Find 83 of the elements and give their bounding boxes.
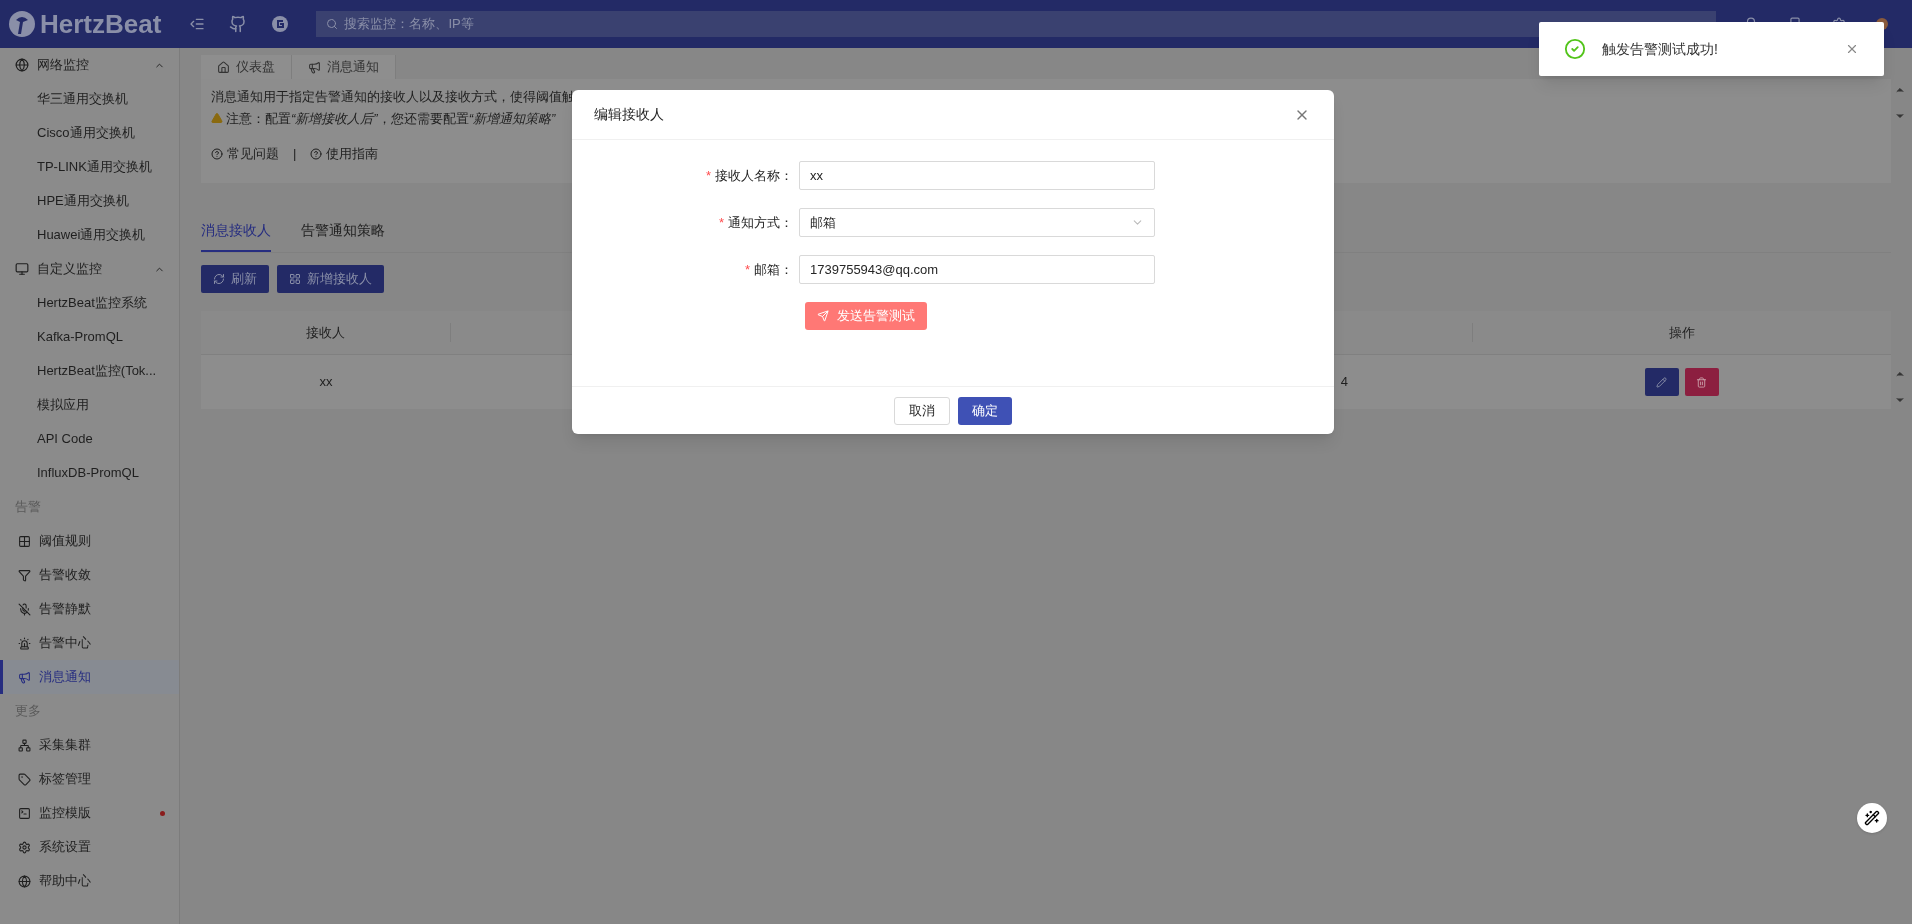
refresh-icon — [213, 273, 225, 285]
table-cell-text: 4 — [1340, 373, 1348, 392]
menu-item[interactable]: 监控模版 — [0, 796, 179, 830]
confirm-button[interactable]: 确定 — [958, 396, 1012, 425]
select-field[interactable]: 邮箱 — [799, 208, 1155, 237]
menu-item[interactable]: HPE通用交换机 — [0, 184, 179, 218]
menu-item[interactable]: HertzBeat监控(Tok... — [0, 354, 179, 388]
menu-item[interactable]: 阈值规则 — [0, 524, 179, 558]
terminal-icon — [18, 806, 31, 820]
globe-icon — [18, 874, 31, 888]
send-icon — [817, 310, 829, 322]
menu-item[interactable]: Kafka-PromQL — [0, 320, 179, 354]
menu-group[interactable]: 网络监控 — [0, 48, 179, 82]
monitor-icon — [15, 262, 29, 276]
logo-text: HertzBeat — [40, 7, 162, 41]
page-tab[interactable]: 仪表盘 — [201, 55, 292, 79]
menu-item[interactable]: Huawei通用交换机 — [0, 218, 179, 252]
funnel-icon — [18, 568, 31, 582]
menu-item[interactable]: 标签管理 — [0, 762, 179, 796]
column-header: 操作 — [1472, 322, 1891, 343]
megaphone-icon — [18, 670, 31, 684]
input-field[interactable]: 1739755943@qq.com — [799, 255, 1155, 284]
g-circle-icon[interactable] — [271, 15, 290, 33]
close-icon[interactable] — [1845, 42, 1859, 56]
success-icon — [1564, 38, 1586, 60]
tab[interactable]: 消息接收人 — [201, 211, 271, 252]
pencil-icon — [1656, 376, 1667, 388]
tag-icon — [18, 772, 31, 786]
warning-icon — [211, 112, 223, 125]
menu-icon[interactable] — [189, 16, 206, 32]
search-field[interactable]: 搜索监控：名称、IP等 — [316, 11, 1717, 37]
menu-item[interactable]: Cisco通用交换机 — [0, 116, 179, 150]
edit-button[interactable] — [1644, 368, 1679, 396]
menu-item[interactable]: 告警收敛 — [0, 558, 179, 592]
link-separator: | — [293, 145, 297, 163]
faq-link[interactable]: 常见问题 — [211, 144, 279, 164]
menu-item[interactable]: API Code — [0, 422, 179, 456]
page-tab[interactable]: 消息通知 — [292, 55, 396, 79]
column-header: 接收人 — [201, 322, 451, 343]
delete-button[interactable] — [1684, 368, 1719, 396]
megaphone-icon — [308, 60, 321, 74]
guide-link[interactable]: 使用指南 — [310, 144, 379, 164]
magic-wand-button[interactable] — [1857, 803, 1887, 833]
menu-item[interactable]: 系统设置 — [0, 830, 179, 864]
field-label: * 接收人名称： — [704, 166, 794, 185]
globe-icon — [15, 58, 29, 72]
menu-item[interactable]: 模拟应用 — [0, 388, 179, 422]
table-cell-text: xx — [318, 373, 334, 392]
siren-icon — [18, 636, 31, 650]
menu-item[interactable]: 告警静默 — [0, 592, 179, 626]
menu-item[interactable]: InfluxDB-PromQL — [0, 456, 179, 490]
add-receiver-button[interactable]: 新增接收人 — [277, 265, 384, 293]
menu-item[interactable]: 华三通用交换机 — [0, 82, 179, 116]
network-icon — [18, 738, 31, 752]
send-test-button[interactable]: 发送告警测试 — [805, 302, 927, 330]
help-icon — [211, 147, 223, 160]
input-field[interactable]: xx — [799, 161, 1155, 190]
refresh-button[interactable]: 刷新 — [201, 265, 269, 293]
github-icon[interactable] — [229, 15, 248, 33]
guide-icon — [310, 147, 323, 160]
magic-wand-icon — [1864, 810, 1880, 826]
menu-item[interactable]: 消息通知 — [0, 660, 179, 694]
grid-icon — [289, 273, 301, 285]
home-icon — [217, 60, 230, 74]
warning-text: 注意：配置“新增接收人后”，您还需要配置“新增通知策略” — [226, 109, 556, 128]
settings-icon — [18, 840, 31, 854]
menu-item[interactable]: 帮助中心 — [0, 864, 179, 898]
menu-group[interactable]: 自定义监控 — [0, 252, 179, 286]
muted-mic-icon — [18, 602, 31, 616]
tab[interactable]: 告警通知策略 — [301, 211, 385, 252]
grid-icon — [18, 534, 31, 548]
menu-item[interactable]: HertzBeat监控系统 — [0, 286, 179, 320]
menu-item[interactable]: TP-LINK通用交换机 — [0, 150, 179, 184]
trash-icon — [1696, 376, 1707, 388]
menu-item[interactable]: 告警中心 — [0, 626, 179, 660]
dialog-title: 编辑接收人 — [594, 105, 664, 124]
menu-item[interactable]: 采集集群 — [0, 728, 179, 762]
cancel-button[interactable]: 取消 — [894, 396, 950, 425]
field-label: * 通知方式： — [717, 213, 794, 232]
search-icon — [326, 18, 339, 30]
toast-message: 触发告警测试成功! — [1602, 39, 1719, 59]
logo-icon — [8, 10, 36, 38]
field-label: * 邮箱： — [743, 260, 794, 279]
